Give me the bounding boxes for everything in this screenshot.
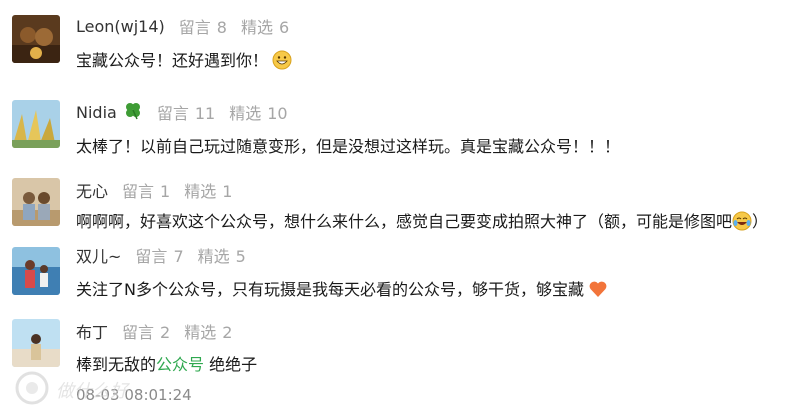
featured-count: 精选 5 [197,247,246,266]
username[interactable]: 布丁 [76,319,108,343]
comment-count: 留言 1 [122,182,171,201]
avatar[interactable] [12,100,60,148]
comment-count: 留言 2 [122,323,171,342]
featured-count: 精选 6 [240,18,290,37]
comment-text: 太棒了！以前自己玩过随意变形，但是没想过这样玩。真是宝藏公众号！！！ [76,137,621,156]
comment-item: 无心 留言 1 精选 1 啊啊啊，好喜欢这个公众号，想什么来什么，感觉自己要变成拍照… [0,172,800,242]
comment-item: Leon(wj14) 留言 8 精选 6 宝藏公众号！还好遇到你！ [0,0,800,90]
featured-count: 精选 10 [229,104,288,123]
watermark: 做什么好 [0,365,150,415]
comment-item: Nidia 留言 11 精选 10 太棒了！以前自己玩过随意变形，但是没想过这样玩。… [0,90,800,172]
avatar[interactable] [12,178,60,226]
avatar[interactable] [12,247,60,295]
comment-text: 啊啊啊，好喜欢这个公众号，想什么来什么，感觉自己要变成拍照大神了（额，可能是修图… [76,210,768,238]
username[interactable]: 双儿~ [76,243,121,267]
tears-of-joy-face-icon [732,211,752,238]
four-leaf-clover-icon [123,100,143,124]
featured-count: 精选 1 [184,182,233,201]
comment-item: 双儿~ 留言 7 精选 5 关注了N多个公众号，只有玩摄是我每天必看的公众号，够干货… [0,242,800,312]
avatar[interactable] [12,319,60,367]
watermark-text: 做什么好 [56,381,128,402]
username[interactable]: 无心 [76,178,108,202]
featured-count: 精选 2 [184,323,233,342]
username[interactable]: Leon(wj14) [76,17,165,36]
comment-text: 宝藏公众号！还好遇到你！ [76,49,292,77]
watermark-logo-icon [14,370,50,410]
comment-count: 留言 7 [135,247,184,266]
comment-text: 关注了N多个公众号，只有玩摄是我每天必看的公众号，够干货，够宝藏 [76,278,608,306]
username[interactable]: Nidia [76,103,117,122]
grinning-face-icon [272,50,292,77]
comment-count: 留言 8 [178,18,227,37]
avatar[interactable] [12,15,60,63]
comment-count: 留言 11 [156,104,216,123]
official-account-link[interactable]: 公众号 [156,355,204,374]
orange-heart-icon [588,279,608,306]
